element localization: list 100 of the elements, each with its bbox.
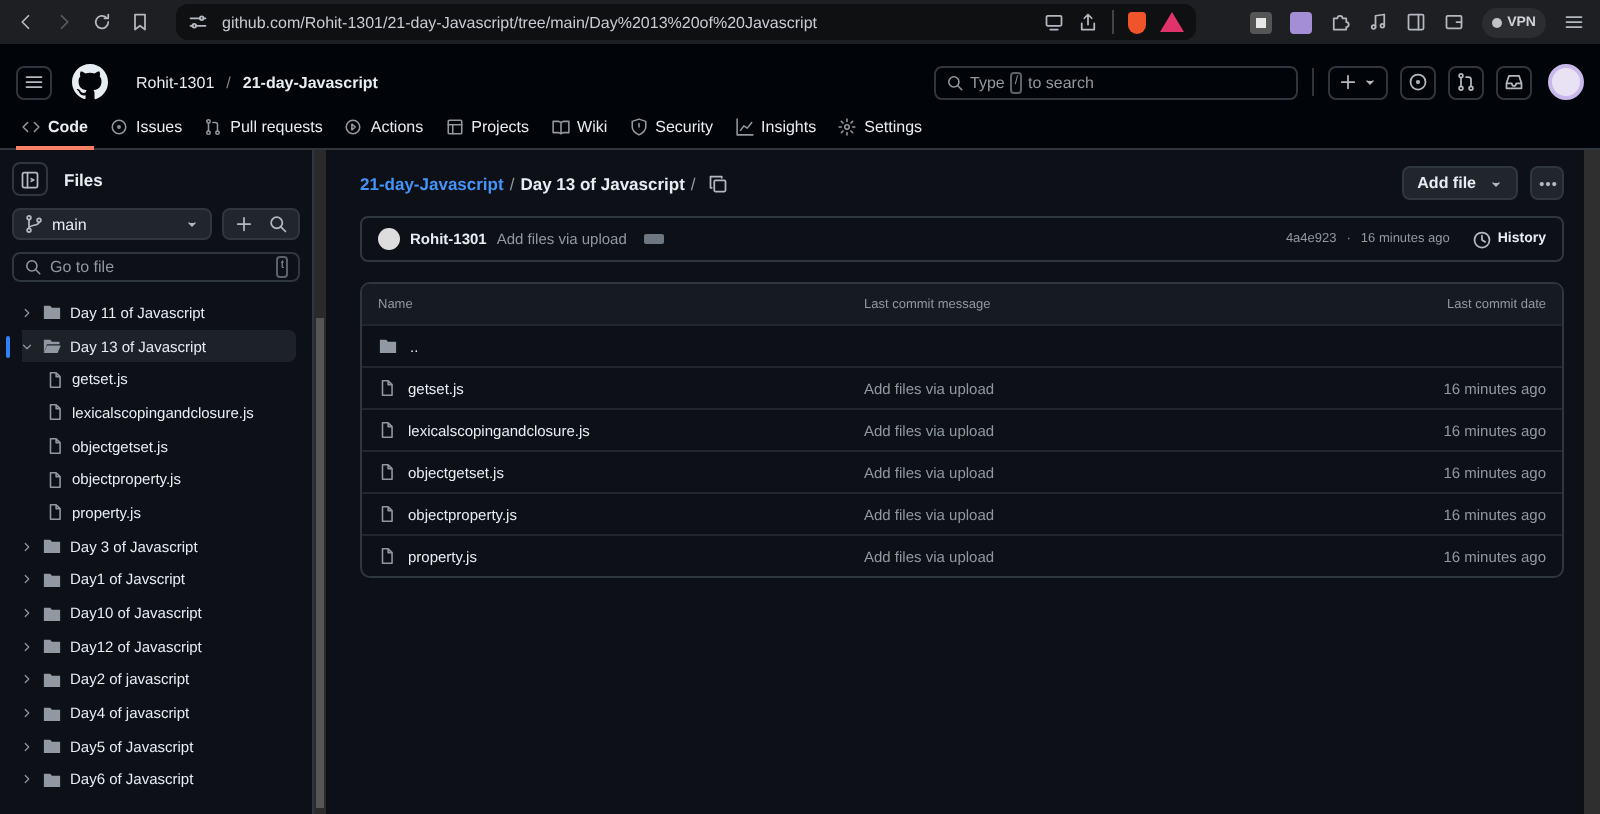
share-icon xyxy=(1078,12,1098,32)
screen-icon xyxy=(1044,12,1064,32)
bookmark-icon[interactable] xyxy=(130,12,150,32)
shield-icon xyxy=(629,118,648,136)
octocat-logo[interactable] xyxy=(72,64,108,100)
folder-icon xyxy=(42,536,62,557)
chevron-icon xyxy=(20,606,34,621)
play-icon xyxy=(344,118,363,136)
folder-icon xyxy=(42,336,62,357)
reload-icon[interactable] xyxy=(92,12,112,32)
folder-icon xyxy=(42,636,62,657)
search-icon[interactable] xyxy=(268,214,288,234)
repo-tab[interactable]: Settings xyxy=(832,108,929,150)
site-settings-icon xyxy=(188,12,208,32)
chevron-icon xyxy=(20,305,34,320)
scrollbar[interactable] xyxy=(314,150,326,814)
expand-button[interactable] xyxy=(644,234,665,244)
file-icon xyxy=(378,420,396,440)
file-icon xyxy=(46,402,64,423)
add-file-button[interactable]: Add file xyxy=(1401,166,1518,200)
folder-icon xyxy=(42,769,62,790)
sidebar-title: Files xyxy=(64,169,103,189)
menu-button[interactable] xyxy=(16,65,52,99)
url-text: github.com/Rohit-1301/21-day-Javascript/tree/main/Day%2013%20of%20Javascript xyxy=(222,13,817,31)
file-icon xyxy=(46,502,64,523)
file-icon xyxy=(378,378,396,398)
menu-icon[interactable] xyxy=(1564,12,1584,32)
pull-request-icon xyxy=(1456,72,1476,92)
chevron-icon xyxy=(20,572,34,587)
extension-icon[interactable] xyxy=(1289,11,1312,33)
folder-icon xyxy=(42,569,62,590)
search-icon xyxy=(946,73,964,91)
extension-icon[interactable] xyxy=(1249,11,1272,33)
puzzle-icon[interactable] xyxy=(1329,12,1350,32)
sidebar-icon xyxy=(20,169,40,189)
folder-icon xyxy=(378,336,398,356)
path-separator: / xyxy=(690,173,696,193)
lion-shield-icon[interactable] xyxy=(1128,11,1146,33)
file-icon xyxy=(378,462,396,482)
repo-link[interactable]: 21-day-Javascript xyxy=(242,73,378,91)
book-icon xyxy=(551,118,570,136)
current-folder: Day 13 of Javascript xyxy=(520,173,685,193)
more-button[interactable] xyxy=(1530,166,1564,200)
repo-tab[interactable]: Pull requests xyxy=(198,108,329,150)
music-note-icon[interactable] xyxy=(1367,12,1388,32)
folder-icon xyxy=(42,302,62,323)
breadcrumb-link[interactable]: 21-day-Javascript xyxy=(360,173,504,193)
issue-icon xyxy=(1408,72,1428,92)
chevron-icon xyxy=(20,339,34,354)
collapse-sidebar-button[interactable] xyxy=(12,162,48,196)
inbox-icon xyxy=(1504,72,1524,92)
clock-icon xyxy=(1471,229,1492,249)
repo-tab[interactable]: Code xyxy=(16,108,94,150)
path-separator: / xyxy=(509,173,515,193)
pull-request-icon xyxy=(204,118,223,136)
table-icon xyxy=(445,118,464,136)
code-icon xyxy=(22,118,40,136)
file-icon xyxy=(46,369,64,390)
repo-tab[interactable]: Actions xyxy=(338,108,430,150)
branch-selector[interactable]: main xyxy=(12,208,212,240)
search-placeholder: Type xyxy=(970,73,1005,91)
chevron-icon xyxy=(20,672,34,687)
avatar[interactable] xyxy=(1548,64,1584,100)
repo-tab[interactable]: Projects xyxy=(439,108,536,150)
menu-icon xyxy=(24,72,44,92)
folder-icon xyxy=(42,669,62,690)
author-avatar xyxy=(378,228,400,250)
owner-link[interactable]: Rohit-1301 xyxy=(136,73,215,91)
field-placeholder: Go to file xyxy=(50,258,115,276)
branch-icon xyxy=(24,214,44,234)
settings-icon xyxy=(838,118,857,136)
chevron-icon xyxy=(20,772,34,787)
repo-tab[interactable]: Wiki xyxy=(545,108,614,150)
search-placeholder: to search xyxy=(1028,73,1094,91)
search-icon xyxy=(24,258,42,276)
copy-icon[interactable] xyxy=(707,173,728,193)
chevron-icon xyxy=(20,639,34,654)
inbox-button[interactable] xyxy=(1496,65,1532,99)
chevron-icon xyxy=(20,739,34,754)
create-new-button[interactable] xyxy=(1328,65,1388,99)
chevron-icon xyxy=(20,706,34,721)
scrollbar[interactable] xyxy=(1584,150,1600,814)
pull-requests-button[interactable] xyxy=(1448,65,1484,99)
plus-icon[interactable] xyxy=(234,214,254,234)
plus-icon xyxy=(1338,72,1358,92)
repo-tab[interactable]: Insights xyxy=(729,108,823,150)
wallet-icon[interactable] xyxy=(1443,12,1464,32)
repo-tab[interactable]: Issues xyxy=(104,108,189,150)
file-icon xyxy=(46,436,64,457)
repo-tab[interactable]: Security xyxy=(623,108,720,150)
file-icon xyxy=(378,546,396,566)
folder-icon xyxy=(42,603,62,624)
chevron-icon xyxy=(20,539,34,554)
folder-icon xyxy=(42,703,62,724)
sidebar-icon[interactable] xyxy=(1405,12,1426,32)
issue-icon xyxy=(110,118,128,136)
issues-button[interactable] xyxy=(1400,65,1436,99)
folder-icon xyxy=(42,736,62,757)
address-bar[interactable]: github.com/Rohit-1301/21-day-Javascript/tree/main/Day%2013%20of%20Javascript xyxy=(176,4,1196,40)
path-separator: / xyxy=(226,73,231,91)
